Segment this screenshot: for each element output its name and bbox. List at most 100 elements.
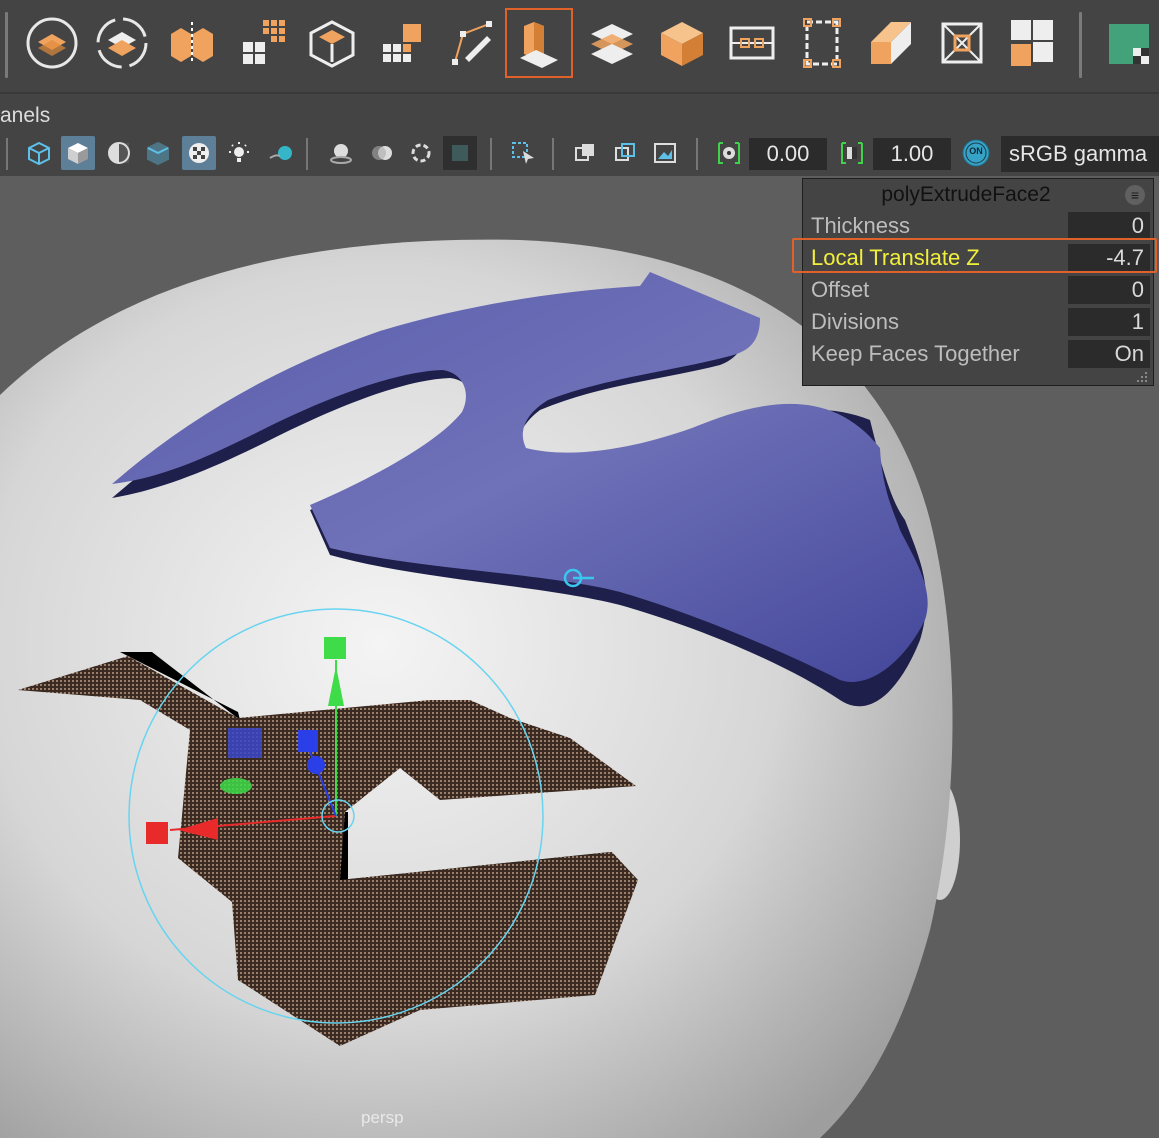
- z-scale-handle[interactable]: [298, 730, 318, 752]
- isolate-select-icon: [512, 142, 534, 164]
- exposure-toggle[interactable]: [712, 136, 746, 170]
- combine-icon: [26, 17, 78, 69]
- light-bulb-icon: [229, 142, 249, 162]
- bevel-button[interactable]: [578, 8, 646, 78]
- checker-texture-icon: [189, 143, 209, 163]
- hud-row-offset: Offset 0: [811, 275, 1153, 305]
- hud-label: Offset: [811, 277, 870, 302]
- edge-loop-icon: [729, 26, 775, 60]
- mirror-icon: [171, 22, 213, 64]
- shelf-divider: [5, 12, 8, 78]
- hud-row-keep-faces-together: Keep Faces Together On: [811, 339, 1153, 369]
- bridge-button[interactable]: [438, 8, 506, 78]
- triangulate-button[interactable]: [998, 8, 1066, 78]
- combine-button[interactable]: [18, 8, 86, 78]
- reduce-button[interactable]: [298, 8, 366, 78]
- gamma-field[interactable]: 1.00: [873, 138, 951, 170]
- depth-of-field-button[interactable]: [443, 136, 477, 170]
- xray-icon: [575, 144, 594, 161]
- motion-blur-button[interactable]: [364, 136, 398, 170]
- divisions-field[interactable]: 1: [1068, 308, 1150, 336]
- color-management-toggle[interactable]: ON: [959, 136, 993, 170]
- motion-blur-icon: [372, 146, 392, 160]
- color-management-label: ON: [969, 146, 983, 156]
- attribute-highlight-frame: [792, 238, 1157, 273]
- z-axis-arrow[interactable]: [307, 756, 325, 774]
- hud-label: Keep Faces Together: [811, 341, 1020, 366]
- xy-plane-handle[interactable]: [228, 728, 262, 758]
- target-weld-icon: [803, 18, 841, 68]
- anti-aliasing-icon: [411, 143, 431, 163]
- edge-loop-button[interactable]: [718, 8, 786, 78]
- xz-plane-handle[interactable]: [220, 778, 252, 794]
- wireframe-on-shaded-icon: [147, 141, 169, 166]
- screen-space-ao-button[interactable]: [324, 136, 358, 170]
- anti-aliasing-button[interactable]: [404, 136, 438, 170]
- thickness-field[interactable]: 0: [1068, 212, 1150, 240]
- hud-label: Thickness: [811, 213, 911, 238]
- offset-field[interactable]: 0: [1068, 276, 1150, 304]
- bevel-icon: [591, 24, 633, 64]
- toolbar-divider: [306, 138, 308, 170]
- toolbar-divider: [490, 138, 492, 170]
- x-scale-handle[interactable]: [146, 822, 168, 844]
- hud-label: Divisions: [811, 309, 900, 334]
- hud-row-thickness: Thickness 0: [811, 211, 1153, 241]
- gamma-toggle[interactable]: [835, 136, 869, 170]
- reduce-icon: [309, 20, 355, 68]
- xray-button[interactable]: [568, 136, 602, 170]
- isolate-select-button[interactable]: [506, 136, 540, 170]
- separate-button[interactable]: [88, 8, 156, 78]
- smooth-button[interactable]: [228, 8, 296, 78]
- default-material-icon: [108, 142, 130, 164]
- toolbar-divider: [6, 138, 8, 170]
- keep-faces-together-field[interactable]: On: [1068, 340, 1150, 368]
- hud-row-divisions: Divisions 1: [811, 307, 1153, 337]
- extrude-button[interactable]: [505, 8, 573, 78]
- hud-title: polyExtrudeFace2: [881, 183, 1051, 206]
- cleanup-button[interactable]: [368, 8, 436, 78]
- ambient-occlusion-icon: [330, 144, 352, 164]
- default-material-button[interactable]: [102, 136, 136, 170]
- image-plane-button[interactable]: [648, 136, 682, 170]
- textured-button[interactable]: [182, 136, 216, 170]
- uv-editor-icon: [1109, 24, 1149, 64]
- target-weld-button[interactable]: [788, 8, 856, 78]
- wedge-button[interactable]: [858, 8, 926, 78]
- panels-menu[interactable]: anels: [0, 104, 50, 128]
- wireframe-on-shaded-button[interactable]: [141, 136, 175, 170]
- cleanup-icon: [383, 24, 421, 62]
- depth-of-field-icon: [452, 145, 468, 161]
- toolbar-divider: [552, 138, 554, 170]
- xray-components-icon: [615, 143, 635, 161]
- mirror-button[interactable]: [158, 8, 226, 78]
- in-view-editor-panel: polyExtrudeFace2 ≡ Thickness 0 Local Tra…: [802, 178, 1154, 386]
- hud-menu-button[interactable]: ≡: [1125, 185, 1145, 205]
- poke-icon: [941, 22, 983, 64]
- image-plane-icon: [654, 143, 676, 163]
- shaded-cube-icon: [68, 143, 88, 164]
- xray-active-components-button[interactable]: [608, 136, 642, 170]
- wedge-icon: [871, 22, 911, 64]
- triangulate-icon: [1011, 20, 1053, 66]
- gamma-icon: [841, 142, 863, 164]
- shadow-sphere-icon: [269, 146, 292, 160]
- fill-hole-button[interactable]: [648, 8, 716, 78]
- camera-label: persp: [361, 1108, 404, 1127]
- view-transform-dropdown[interactable]: sRGB gamma: [1001, 136, 1159, 172]
- y-scale-handle[interactable]: [324, 637, 346, 659]
- toolbar-divider: [696, 138, 698, 170]
- poke-button[interactable]: [928, 8, 996, 78]
- hamburger-icon: ≡: [1130, 187, 1140, 203]
- extrude-icon: [520, 22, 558, 68]
- shelf-divider: [1079, 12, 1082, 78]
- wireframe-button[interactable]: [22, 136, 56, 170]
- smooth-shade-button[interactable]: [61, 136, 95, 170]
- use-all-lights-button[interactable]: [222, 136, 256, 170]
- polygon-shelf: [0, 0, 1159, 93]
- smooth-icon: [243, 20, 285, 64]
- resize-grip-icon[interactable]: [1135, 372, 1149, 382]
- shadows-button[interactable]: [264, 136, 298, 170]
- uv-editor-button[interactable]: [1098, 8, 1159, 78]
- exposure-field[interactable]: 0.00: [749, 138, 827, 170]
